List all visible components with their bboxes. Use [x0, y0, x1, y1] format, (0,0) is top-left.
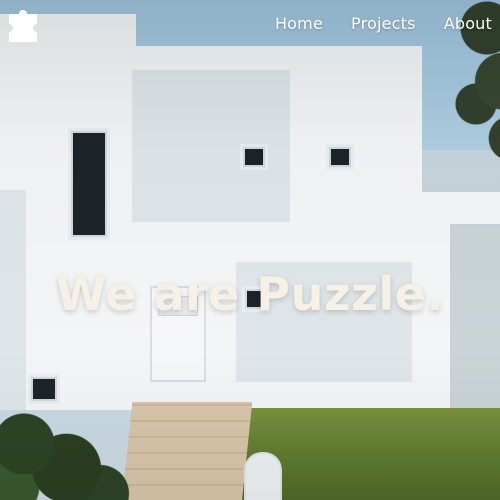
small-window-2 — [326, 144, 354, 170]
nav-about-link[interactable]: About — [444, 14, 492, 33]
puzzle-piece-icon[interactable] — [4, 8, 44, 42]
nav-home-link[interactable]: Home — [275, 14, 323, 33]
house-illustration — [0, 0, 500, 500]
hero-section: Home Projects About We are Puzzle. — [0, 0, 500, 500]
tall-window — [68, 128, 110, 240]
nav-projects-link[interactable]: Projects — [351, 14, 416, 33]
main-menu: Home Projects About — [275, 14, 492, 33]
top-navigation: Home Projects About — [0, 0, 500, 52]
hero-headline: We are Puzzle. — [55, 266, 445, 321]
white-bench — [244, 452, 282, 500]
shrubs — [0, 400, 160, 500]
small-window-1 — [240, 144, 268, 170]
